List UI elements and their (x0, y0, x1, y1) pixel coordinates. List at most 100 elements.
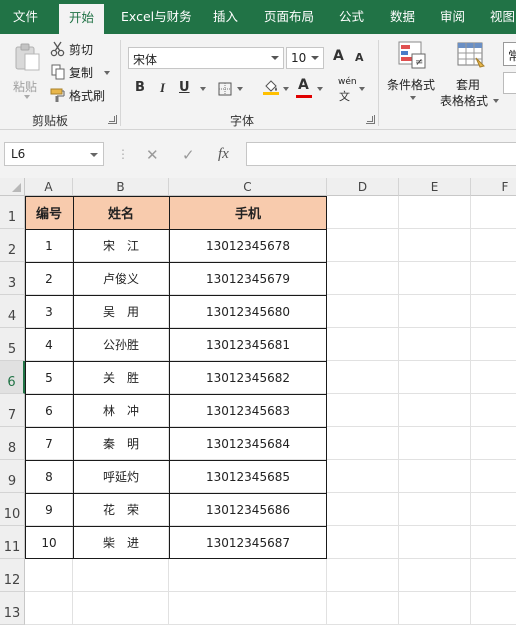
table-cell[interactable]: 3 (25, 295, 73, 328)
table-cell[interactable]: 关 胜 (73, 361, 169, 394)
row-header-13[interactable]: 13 (0, 592, 25, 625)
cut-button[interactable]: 剪切 (50, 40, 110, 58)
row-header-10[interactable]: 10 (0, 493, 25, 526)
table-cell[interactable]: 13012345683 (169, 394, 327, 427)
table-cell[interactable]: 10 (25, 526, 73, 559)
table-cell[interactable]: 8 (25, 460, 73, 493)
clipboard-launcher-icon[interactable] (108, 115, 117, 124)
paste-button[interactable]: 粘贴 (8, 40, 46, 99)
format-as-table-button[interactable]: 套用 表格格式 (440, 38, 502, 108)
tab-review[interactable]: 审阅 (440, 0, 465, 34)
column-header-b[interactable]: B (73, 178, 169, 196)
table-cell[interactable]: 吴 用 (73, 295, 169, 328)
row-header-3[interactable]: 3 (0, 262, 25, 295)
row-header-4[interactable]: 4 (0, 295, 25, 328)
ribbon-tab-bar: 文件 开始 Excel与财务 插入 页面布局 公式 数据 审阅 视图 (0, 0, 516, 34)
row-header-7[interactable]: 7 (0, 394, 25, 427)
cell-styles-gallery[interactable]: 常 (503, 42, 516, 66)
table-cell[interactable]: 13012345680 (169, 295, 327, 328)
copy-dropdown-icon[interactable] (104, 71, 110, 75)
table-cell[interactable]: 13012345685 (169, 460, 327, 493)
row-header-11[interactable]: 11 (0, 526, 25, 559)
table-cell[interactable]: 9 (25, 493, 73, 526)
table-cell[interactable]: 6 (25, 394, 73, 427)
chevron-down-icon (90, 153, 98, 157)
name-box[interactable]: L6 (4, 142, 104, 166)
table-border (169, 196, 170, 559)
tab-excel-finance[interactable]: Excel与财务 (121, 0, 192, 34)
insert-function-icon[interactable]: fx (218, 146, 229, 163)
table-cell[interactable]: 13012345678 (169, 229, 327, 262)
format-table-dropdown-icon (493, 99, 499, 103)
underline-dropdown-icon[interactable] (200, 87, 206, 91)
table-border (25, 493, 327, 494)
format-painter-button[interactable]: 格式刷 (50, 86, 112, 104)
table-cell[interactable]: 13012345681 (169, 328, 327, 361)
table-cell[interactable]: 卢俊义 (73, 262, 169, 295)
formula-input[interactable] (246, 142, 516, 166)
table-cell[interactable]: 13012345679 (169, 262, 327, 295)
paste-label: 粘贴 (13, 80, 38, 94)
table-cell[interactable]: 柴 进 (73, 526, 169, 559)
table-header-cell[interactable]: 手机 (169, 196, 327, 229)
borders-button[interactable] (218, 80, 246, 98)
table-cell[interactable]: 呼延灼 (73, 460, 169, 493)
tab-insert[interactable]: 插入 (213, 0, 238, 34)
enter-icon[interactable]: ✓ (182, 146, 195, 164)
column-header-e[interactable]: E (399, 178, 471, 196)
underline-button[interactable]: U (179, 80, 190, 95)
row-header-8[interactable]: 8 (0, 427, 25, 460)
cell-styles-gallery-2[interactable] (503, 72, 516, 94)
table-cell[interactable]: 13012345682 (169, 361, 327, 394)
tab-data[interactable]: 数据 (390, 0, 415, 34)
table-cell[interactable]: 13012345686 (169, 493, 327, 526)
select-all-button[interactable] (0, 178, 25, 196)
table-cell[interactable]: 13012345687 (169, 526, 327, 559)
bold-button[interactable]: B (135, 80, 145, 95)
copy-icon (51, 64, 65, 80)
table-cell[interactable]: 公孙胜 (73, 328, 169, 361)
tab-page-layout[interactable]: 页面布局 (264, 0, 314, 34)
tab-file[interactable]: 文件 (13, 0, 38, 34)
row-header-9[interactable]: 9 (0, 460, 25, 493)
row-header-12[interactable]: 12 (0, 559, 25, 592)
table-cell[interactable]: 2 (25, 262, 73, 295)
drag-handle-icon[interactable]: ⋮ (117, 147, 129, 161)
grow-font-button[interactable]: A (333, 48, 344, 64)
column-header-f[interactable]: F (471, 178, 516, 196)
table-cell[interactable]: 花 荣 (73, 493, 169, 526)
cancel-icon[interactable]: ✕ (146, 146, 159, 164)
table-cell[interactable]: 林 冲 (73, 394, 169, 427)
table-header-cell[interactable]: 姓名 (73, 196, 169, 229)
table-cell[interactable]: 7 (25, 427, 73, 460)
table-cell[interactable]: 1 (25, 229, 73, 262)
table-cell[interactable]: 宋 江 (73, 229, 169, 262)
phonetic-button[interactable]: wén 文 (337, 77, 369, 103)
table-border (25, 361, 327, 362)
tab-formulas[interactable]: 公式 (339, 0, 364, 34)
column-header-d[interactable]: D (327, 178, 399, 196)
table-header-cell[interactable]: 编号 (25, 196, 73, 229)
column-header-c[interactable]: C (169, 178, 327, 196)
column-header-a[interactable]: A (25, 178, 73, 196)
font-name-select[interactable]: 宋体 (128, 47, 284, 69)
font-color-button[interactable]: A (296, 77, 326, 100)
font-size-select[interactable]: 10 (286, 47, 324, 69)
row-header-2[interactable]: 2 (0, 229, 25, 262)
table-cell[interactable]: 4 (25, 328, 73, 361)
conditional-formatting-button[interactable]: ≠ 条件格式 (384, 38, 440, 108)
font-launcher-icon[interactable] (366, 115, 375, 124)
fill-color-button[interactable] (262, 78, 292, 100)
row-header-5[interactable]: 5 (0, 328, 25, 361)
tab-view[interactable]: 视图 (490, 0, 515, 34)
table-cell[interactable]: 5 (25, 361, 73, 394)
shrink-font-button[interactable]: A (355, 51, 364, 64)
row-header-1[interactable]: 1 (0, 196, 25, 229)
tab-home[interactable]: 开始 (59, 4, 105, 34)
row-header-6[interactable]: 6 (0, 361, 25, 394)
worksheet-grid[interactable]: A B C D E F 1 2 3 4 5 6 7 8 9 10 11 12 13 编号 姓名 手机 1 宋 江 1301234… (0, 178, 516, 636)
table-cell[interactable]: 13012345684 (169, 427, 327, 460)
table-cell[interactable]: 秦 明 (73, 427, 169, 460)
italic-button[interactable]: I (160, 80, 165, 96)
copy-button[interactable]: 复制 (50, 63, 112, 81)
